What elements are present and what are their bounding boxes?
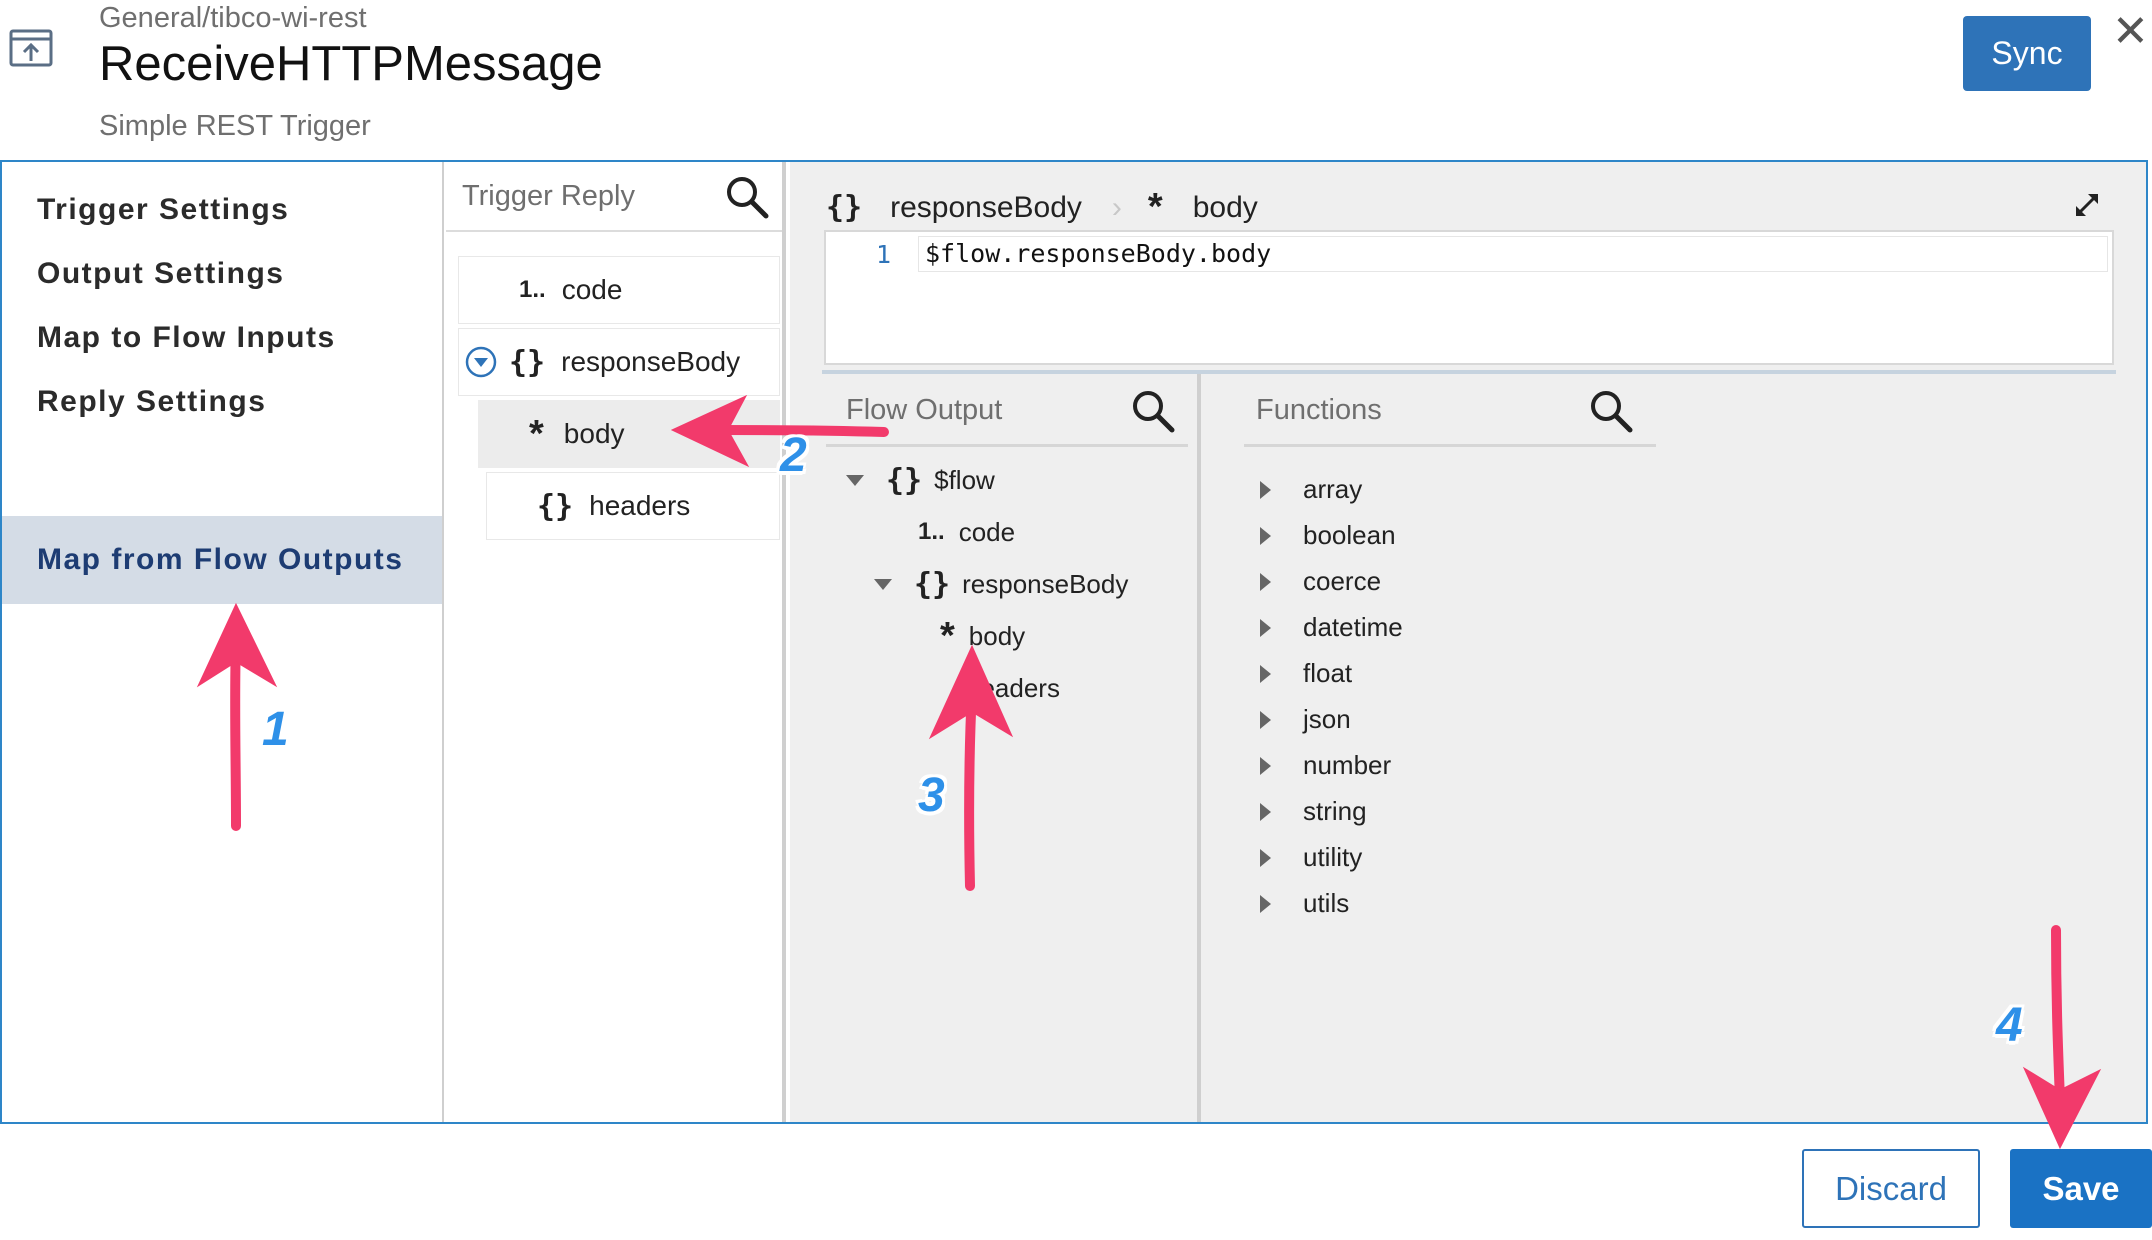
flow-item-responsebody[interactable]: {} responseBody — [874, 564, 1128, 604]
function-label: coerce — [1303, 566, 1382, 596]
flow-item-label: responseBody — [962, 568, 1129, 599]
flow-item-flow[interactable]: {} $flow — [846, 460, 995, 500]
search-icon[interactable] — [1588, 388, 1634, 434]
expand-icon[interactable] — [2072, 190, 2102, 220]
caret-right-icon[interactable] — [1260, 894, 1271, 913]
reply-item-label: responseBody — [561, 346, 741, 377]
function-item-utils[interactable]: utils — [1260, 888, 1349, 919]
annotation-label-1: 1 — [262, 703, 289, 756]
function-label: string — [1303, 796, 1367, 826]
function-item-boolean[interactable]: boolean — [1260, 520, 1396, 551]
trigger-reply-header: Trigger Reply — [446, 162, 782, 232]
function-label: utils — [1303, 888, 1350, 918]
reply-item-label: code — [561, 274, 623, 305]
discard-button[interactable]: Discard — [1802, 1149, 1980, 1228]
save-button[interactable]: Save — [2010, 1149, 2152, 1228]
settings-nav: Trigger Settings Output Settings Map to … — [2, 162, 444, 1122]
collapse-icon[interactable] — [465, 346, 497, 378]
function-label: boolean — [1303, 520, 1396, 550]
object-icon: {} — [826, 190, 863, 225]
expression-editor[interactable]: 1 $flow.responseBody.body — [824, 230, 2114, 365]
any-type-icon: * — [1147, 186, 1163, 228]
function-item-float[interactable]: float — [1260, 658, 1352, 689]
function-item-json[interactable]: json — [1260, 704, 1351, 735]
path-segment[interactable]: body — [1193, 191, 1258, 225]
chevron-right-icon: › — [1111, 190, 1122, 224]
breadcrumb[interactable]: General/tibco-wi-rest — [99, 2, 367, 35]
function-item-string[interactable]: string — [1260, 796, 1367, 827]
reply-item-responsebody[interactable]: {} responseBody — [458, 328, 780, 396]
flow-item-label: headers — [966, 672, 1060, 703]
page-title: ReceiveHTTPMessage — [99, 37, 603, 91]
path-segment[interactable]: responseBody — [890, 191, 1082, 225]
object-icon: {} — [886, 462, 923, 498]
number-icon: 1.. — [918, 518, 945, 545]
caret-down-icon[interactable] — [846, 474, 864, 486]
close-icon[interactable]: ✕ — [2112, 10, 2149, 54]
reply-item-headers[interactable]: {} headers — [486, 472, 780, 540]
caret-right-icon[interactable] — [1260, 572, 1271, 591]
page-subtitle: Simple REST Trigger — [99, 110, 371, 142]
search-icon[interactable] — [1130, 388, 1176, 434]
flow-item-label: body — [968, 620, 1026, 651]
flow-item-code[interactable]: 1.. code — [918, 512, 1015, 552]
function-label: number — [1303, 750, 1392, 780]
caret-right-icon[interactable] — [1260, 480, 1271, 499]
object-icon: {} — [537, 488, 574, 524]
functions-title: Functions — [1256, 394, 1382, 426]
reply-item-body[interactable]: * body — [478, 400, 780, 468]
annotation-label-4: 4 — [1996, 999, 2023, 1052]
trigger-icon — [9, 29, 53, 67]
function-label: json — [1303, 704, 1351, 734]
reply-item-label: body — [563, 418, 625, 449]
caret-down-icon[interactable] — [874, 578, 892, 590]
nav-map-from-flow-outputs[interactable]: Map from Flow Outputs — [2, 516, 442, 604]
caret-right-icon[interactable] — [1260, 710, 1271, 729]
horizontal-splitter[interactable] — [822, 370, 2116, 374]
object-icon: {} — [914, 566, 951, 602]
vertical-splitter[interactable] — [1197, 374, 1201, 1122]
function-item-coerce[interactable]: coerce — [1260, 566, 1381, 597]
function-label: datetime — [1303, 612, 1403, 642]
flow-item-label: $flow — [934, 464, 995, 495]
function-label: array — [1303, 474, 1363, 504]
mapper-pane: {} responseBody › * body 1 $flow.respons… — [790, 162, 2146, 1122]
function-label: float — [1303, 658, 1353, 688]
search-icon[interactable] — [724, 174, 770, 220]
caret-right-icon[interactable] — [1260, 618, 1271, 637]
annotation-label-3: 3 — [918, 769, 945, 822]
reply-item-label: headers — [589, 490, 691, 521]
expression-line[interactable]: $flow.responseBody.body — [918, 236, 2108, 272]
caret-right-icon[interactable] — [1260, 802, 1271, 821]
flow-item-headers[interactable]: headers — [966, 668, 1060, 708]
function-item-array[interactable]: array — [1260, 474, 1362, 505]
flow-item-body[interactable]: * body — [940, 614, 1026, 657]
annotation-label-2: 2 — [780, 429, 807, 482]
function-item-datetime[interactable]: datetime — [1260, 612, 1403, 643]
caret-right-icon[interactable] — [1260, 664, 1271, 683]
number-icon: 1.. — [519, 276, 546, 303]
caret-right-icon[interactable] — [1260, 848, 1271, 867]
object-icon: {} — [509, 344, 546, 380]
any-type-icon: * — [529, 412, 544, 455]
trigger-reply-title: Trigger Reply — [462, 180, 635, 212]
caret-right-icon[interactable] — [1260, 526, 1271, 545]
line-number: 1 — [876, 240, 892, 269]
flow-output-title: Flow Output — [846, 394, 1003, 426]
function-item-utility[interactable]: utility — [1260, 842, 1362, 873]
nav-reply-settings[interactable]: Reply Settings — [2, 358, 442, 446]
trigger-reply-panel: Trigger Reply 1.. code {} responseBody *… — [446, 162, 786, 1122]
caret-right-icon[interactable] — [1260, 756, 1271, 775]
any-type-icon: * — [940, 614, 955, 657]
reply-item-code[interactable]: 1.. code — [458, 256, 780, 324]
function-label: utility — [1303, 842, 1363, 872]
flow-item-label: code — [958, 516, 1016, 547]
sync-button[interactable]: Sync — [1963, 16, 2091, 91]
divider — [826, 444, 1188, 447]
divider — [1244, 444, 1656, 447]
mapping-path: {} responseBody › * body — [826, 186, 1258, 229]
function-item-number[interactable]: number — [1260, 750, 1391, 781]
